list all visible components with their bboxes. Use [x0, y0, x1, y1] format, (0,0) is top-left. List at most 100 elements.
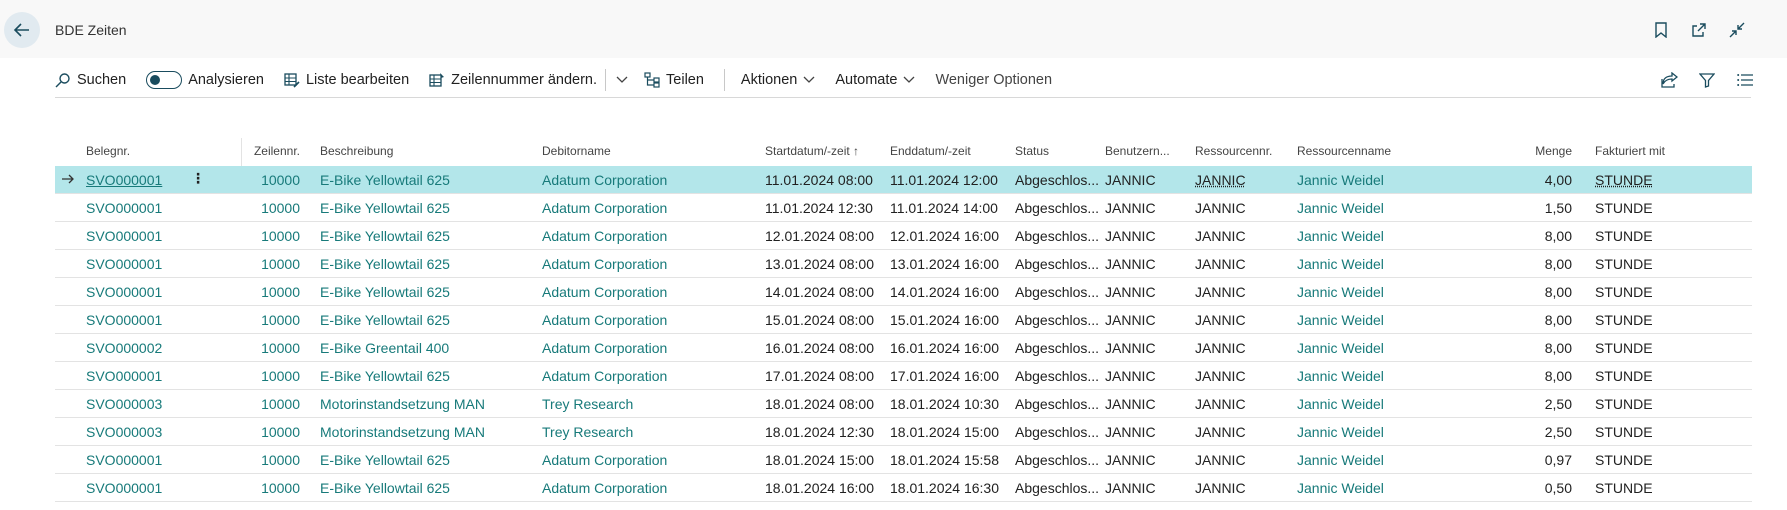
automate-menu[interactable]: Automate	[835, 72, 915, 88]
cell-ressourcenname[interactable]: Jannic Weidel	[1297, 200, 1497, 216]
cell-debitorname[interactable]: Adatum Corporation	[542, 172, 757, 188]
analyze-toggle[interactable]: Analysieren	[146, 71, 264, 89]
cell-ressourcenname[interactable]: Jannic Weidel	[1297, 368, 1497, 384]
cell-beschreibung[interactable]: E-Bike Yellowtail 625	[320, 452, 535, 468]
cell-zeilennr[interactable]: 10000	[205, 396, 300, 412]
col-debitorname[interactable]: Debitorname	[542, 144, 757, 158]
table-row[interactable]: SVO000001 10000 E-Bike Yellowtail 625 Ad…	[55, 362, 1752, 390]
col-startdatum[interactable]: Startdatum/-zeit ↑	[765, 144, 885, 158]
cell-ressourcenname[interactable]: Jannic Weidel	[1297, 396, 1497, 412]
col-fakturiert-mit[interactable]: Fakturiert mit	[1595, 144, 1745, 158]
bookmark-button[interactable]	[1651, 20, 1671, 40]
col-status[interactable]: Status	[1015, 144, 1098, 158]
more-options-icon[interactable]: ⋮	[191, 170, 205, 187]
cell-zeilennr[interactable]: 10000	[205, 312, 300, 328]
cell-debitorname[interactable]: Trey Research	[542, 424, 757, 440]
share-page-button[interactable]	[1659, 70, 1679, 90]
col-beschreibung[interactable]: Beschreibung	[320, 144, 535, 158]
table-row[interactable]: SVO000001 10000 E-Bike Yellowtail 625 Ad…	[55, 306, 1752, 334]
filter-button[interactable]	[1697, 70, 1717, 90]
table-row[interactable]: SVO000003 10000 Motorinstandsetzung MAN …	[55, 418, 1752, 446]
change-line-number-button[interactable]: Zeilennummer ändern.	[429, 72, 597, 88]
cell-beschreibung[interactable]: Motorinstandsetzung MAN	[320, 396, 535, 412]
cell-beschreibung[interactable]: E-Bike Greentail 400	[320, 340, 535, 356]
table-row[interactable]: SVO000001 10000 E-Bike Yellowtail 625 Ad…	[55, 446, 1752, 474]
cell-zeilennr[interactable]: 10000	[205, 200, 300, 216]
cell-beschreibung[interactable]: E-Bike Yellowtail 625	[320, 200, 535, 216]
cell-belegnr[interactable]: SVO000001	[86, 284, 186, 300]
cell-debitorname[interactable]: Adatum Corporation	[542, 200, 757, 216]
cell-zeilennr[interactable]: 10000	[205, 172, 300, 188]
cell-beschreibung[interactable]: Motorinstandsetzung MAN	[320, 424, 535, 440]
actions-menu[interactable]: Aktionen	[741, 72, 815, 88]
cell-belegnr[interactable]: SVO000001	[86, 480, 186, 496]
cell-belegnr[interactable]: SVO000001	[86, 452, 186, 468]
cell-beschreibung[interactable]: E-Bike Yellowtail 625	[320, 284, 535, 300]
cell-ressourcennr[interactable]: JANNIC	[1195, 172, 1290, 188]
cell-ressourcenname[interactable]: Jannic Weidel	[1297, 312, 1497, 328]
cell-debitorname[interactable]: Adatum Corporation	[542, 480, 757, 496]
cell-ressourcenname[interactable]: Jannic Weidel	[1297, 228, 1497, 244]
cell-fakturiert-mit[interactable]: STUNDE	[1595, 172, 1745, 188]
col-belegnr[interactable]: Belegnr.	[86, 144, 186, 158]
cell-ressourcenname[interactable]: Jannic Weidel	[1297, 452, 1497, 468]
cell-beschreibung[interactable]: E-Bike Yellowtail 625	[320, 172, 535, 188]
search-button[interactable]: Suchen	[55, 72, 126, 88]
cell-beschreibung[interactable]: E-Bike Yellowtail 625	[320, 256, 535, 272]
share-button[interactable]: Teilen	[644, 72, 704, 88]
cell-debitorname[interactable]: Trey Research	[542, 396, 757, 412]
table-row[interactable]: SVO000001 ⋮ 10000 E-Bike Yellowtail 625 …	[55, 166, 1752, 194]
edit-list-button[interactable]: Liste bearbeiten	[284, 72, 409, 88]
cell-ressourcenname[interactable]: Jannic Weidel	[1297, 424, 1497, 440]
cell-ressourcenname[interactable]: Jannic Weidel	[1297, 340, 1497, 356]
list-view-button[interactable]	[1735, 70, 1755, 90]
cell-debitorname[interactable]: Adatum Corporation	[542, 452, 757, 468]
cell-belegnr[interactable]: SVO000001	[86, 228, 186, 244]
cell-belegnr[interactable]: SVO000001	[86, 256, 186, 272]
cell-zeilennr[interactable]: 10000	[205, 480, 300, 496]
col-zeilennr[interactable]: Zeilennr.	[205, 144, 300, 158]
cell-beschreibung[interactable]: E-Bike Yellowtail 625	[320, 480, 535, 496]
col-benutzername[interactable]: Benutzern...	[1105, 144, 1189, 158]
table-row[interactable]: SVO000001 10000 E-Bike Yellowtail 625 Ad…	[55, 474, 1752, 502]
table-row[interactable]: SVO000001 10000 E-Bike Yellowtail 625 Ad…	[55, 194, 1752, 222]
cell-belegnr[interactable]: SVO000002	[86, 340, 186, 356]
cell-beschreibung[interactable]: E-Bike Yellowtail 625	[320, 368, 535, 384]
back-button[interactable]	[4, 12, 40, 48]
cell-belegnr[interactable]: SVO000001	[86, 200, 186, 216]
cell-ressourcenname[interactable]: Jannic Weidel	[1297, 256, 1497, 272]
col-enddatum[interactable]: Enddatum/-zeit	[890, 144, 1010, 158]
cell-belegnr[interactable]: SVO000001	[86, 368, 186, 384]
toggle-switch[interactable]	[146, 71, 183, 89]
collapse-button[interactable]	[1727, 20, 1747, 40]
cell-belegnr[interactable]: SVO000003	[86, 396, 186, 412]
cell-zeilennr[interactable]: 10000	[205, 284, 300, 300]
cell-zeilennr[interactable]: 10000	[205, 256, 300, 272]
fewer-options-button[interactable]: Weniger Optionen	[935, 72, 1052, 88]
cell-debitorname[interactable]: Adatum Corporation	[542, 312, 757, 328]
table-row[interactable]: SVO000002 10000 E-Bike Greentail 400 Ada…	[55, 334, 1752, 362]
table-row[interactable]: SVO000003 10000 Motorinstandsetzung MAN …	[55, 390, 1752, 418]
cell-debitorname[interactable]: Adatum Corporation	[542, 284, 757, 300]
col-ressourcenname[interactable]: Ressourcenname	[1297, 144, 1497, 158]
table-row[interactable]: SVO000001 10000 E-Bike Yellowtail 625 Ad…	[55, 222, 1752, 250]
cell-zeilennr[interactable]: 10000	[205, 368, 300, 384]
open-new-window-button[interactable]	[1689, 20, 1709, 40]
cell-ressourcenname[interactable]: Jannic Weidel	[1297, 172, 1497, 188]
col-menge[interactable]: Menge	[1495, 144, 1572, 158]
more-actions-dropdown[interactable]	[616, 76, 628, 84]
cell-beschreibung[interactable]: E-Bike Yellowtail 625	[320, 228, 535, 244]
cell-ressourcenname[interactable]: Jannic Weidel	[1297, 284, 1497, 300]
table-row[interactable]: SVO000001 10000 E-Bike Yellowtail 625 Ad…	[55, 250, 1752, 278]
cell-debitorname[interactable]: Adatum Corporation	[542, 368, 757, 384]
cell-belegnr[interactable]: SVO000001	[86, 172, 186, 188]
cell-debitorname[interactable]: Adatum Corporation	[542, 228, 757, 244]
cell-debitorname[interactable]: Adatum Corporation	[542, 340, 757, 356]
cell-zeilennr[interactable]: 10000	[205, 424, 300, 440]
cell-zeilennr[interactable]: 10000	[205, 452, 300, 468]
cell-ressourcenname[interactable]: Jannic Weidel	[1297, 480, 1497, 496]
cell-belegnr[interactable]: SVO000003	[86, 424, 186, 440]
table-row[interactable]: SVO000001 10000 E-Bike Yellowtail 625 Ad…	[55, 278, 1752, 306]
cell-belegnr[interactable]: SVO000001	[86, 312, 186, 328]
cell-beschreibung[interactable]: E-Bike Yellowtail 625	[320, 312, 535, 328]
